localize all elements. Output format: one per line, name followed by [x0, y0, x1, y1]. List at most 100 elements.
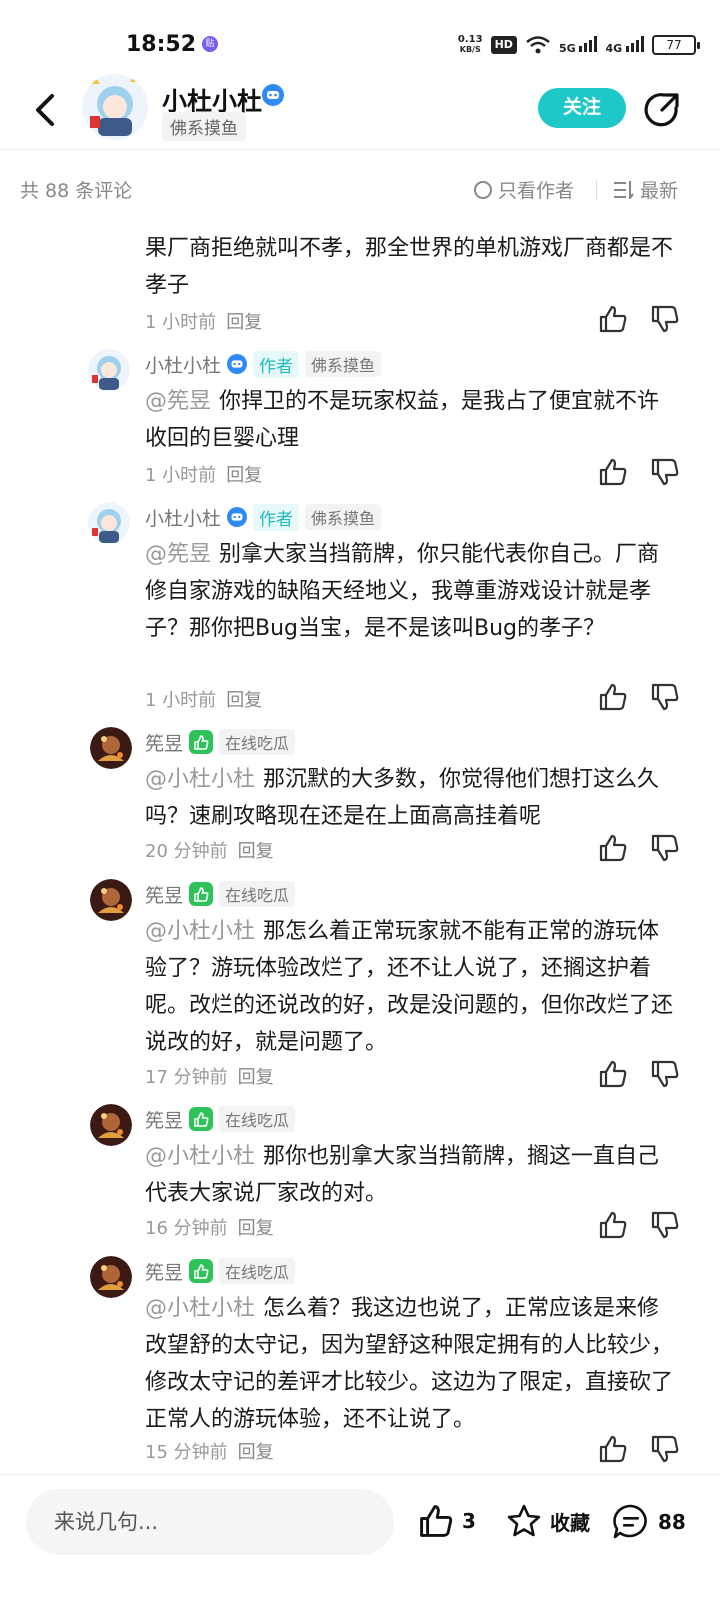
reply-button[interactable]: 回复	[226, 308, 262, 334]
comment-footer: 16 分钟前 回复	[145, 1214, 274, 1240]
vote-group	[598, 1059, 680, 1089]
like-button[interactable]: 3	[418, 1503, 476, 1539]
comment-body: @筅昱 别拿大家当挡箭牌，你只能代表你自己。厂商修自家游戏的缺陷天经地义，我尊重游…	[145, 542, 660, 641]
sort-latest-button[interactable]: 最新	[614, 176, 678, 203]
hd-icon: HD	[490, 36, 517, 54]
comment-count: 共 88 条评论	[20, 180, 133, 202]
back-arrow-icon[interactable]	[30, 90, 62, 130]
comment-body: @小杜小杜 那沉默的大多数，你觉得他们想打这么久吗？速刷攻略现在还是在上面高高挂着…	[145, 767, 660, 829]
comment-item: 筅昱 在线吃瓜 @小杜小杜 那怎么着正常玩家就不能有正常的游玩体验了？游玩体验改烂…	[0, 877, 720, 1099]
commenter-name[interactable]: 筅昱	[145, 1258, 183, 1285]
author-role-badge: 作者	[253, 503, 300, 531]
comments-button[interactable]: 88	[612, 1503, 686, 1541]
user-tag: 在线吃瓜	[219, 1106, 296, 1132]
thumbs-down-icon[interactable]	[650, 304, 680, 334]
commenter-name[interactable]: 筅昱	[145, 1106, 183, 1133]
comment-meta: 筅昱 在线吃瓜	[145, 1257, 296, 1285]
comment-item: 小杜小杜 作者 佛系摸鱼 @筅昱 别拿大家当挡箭牌，你只能代表你自己。厂商修自家游…	[0, 500, 720, 720]
post-header: 小杜小杜 佛系摸鱼 关注	[0, 70, 720, 148]
thumbs-up-icon[interactable]	[598, 833, 628, 863]
commenter-avatar[interactable]	[88, 502, 130, 544]
thumbs-up-icon[interactable]	[598, 1059, 628, 1089]
thumbs-down-icon[interactable]	[650, 1434, 680, 1464]
vote-group	[598, 833, 680, 863]
reply-button[interactable]: 回复	[238, 1214, 274, 1240]
vote-group	[598, 304, 680, 334]
author-avatar[interactable]	[82, 74, 148, 140]
follow-button[interactable]: 关注	[538, 88, 626, 128]
user-tag: 在线吃瓜	[219, 729, 296, 755]
comment-count-bar: 共 88 条评论 只看作者 最新	[0, 150, 720, 228]
mention[interactable]: @小杜小杜	[145, 919, 255, 944]
commenter-avatar[interactable]	[90, 727, 132, 769]
comment-meta: 小杜小杜 作者 佛系摸鱼	[145, 350, 382, 378]
like-count: 3	[462, 1509, 476, 1533]
user-tag: 佛系摸鱼	[305, 351, 382, 377]
wifi-icon	[526, 36, 550, 54]
sort-latest-label: 最新	[640, 180, 679, 202]
author-role-badge: 作者	[253, 350, 300, 378]
comment-time: 17 分钟前	[145, 1067, 228, 1088]
only-author-toggle[interactable]: 只看作者	[474, 176, 574, 203]
comment-input[interactable]: 来说几句...	[26, 1489, 394, 1555]
vote-group	[598, 457, 680, 487]
mention[interactable]: @筅昱	[145, 389, 211, 414]
mention[interactable]: @小杜小杜	[145, 1144, 255, 1169]
comment-footer: 1 小时前 回复	[145, 461, 262, 487]
thumbs-down-icon[interactable]	[650, 1210, 680, 1240]
thumbs-up-icon[interactable]	[598, 457, 628, 487]
vote-group	[598, 1434, 680, 1464]
reply-button[interactable]: 回复	[238, 1063, 274, 1089]
mention[interactable]: @小杜小杜	[145, 767, 255, 792]
commenter-name[interactable]: 小杜小杜	[145, 504, 221, 531]
favorite-label: 收藏	[550, 1510, 590, 1535]
user-tag: 佛系摸鱼	[305, 504, 382, 530]
level-badge-icon	[189, 1259, 214, 1283]
commenter-avatar[interactable]	[88, 349, 130, 391]
commenter-name[interactable]: 小杜小杜	[145, 351, 221, 378]
comment-body: 果厂商拒绝就叫不孝，那全世界的单机游戏厂商都是不孝子	[145, 236, 674, 298]
share-icon[interactable]	[642, 90, 682, 130]
app-notification-icon: 贴	[202, 36, 218, 52]
commenter-avatar[interactable]	[90, 879, 132, 921]
reply-button[interactable]: 回复	[238, 1438, 274, 1464]
comment-time: 16 分钟前	[145, 1218, 228, 1239]
mention[interactable]: @小杜小杜	[145, 1296, 255, 1321]
thumbs-up-icon[interactable]	[598, 1210, 628, 1240]
comment-time: 1 小时前	[145, 690, 217, 711]
user-tag: 在线吃瓜	[219, 1258, 296, 1284]
radio-circle-icon	[474, 180, 492, 199]
comment-item: 筅昱 在线吃瓜 @小杜小杜 怎么着？我这边也说了，正常应该是来修改望舒的太守记，因…	[0, 1254, 720, 1474]
thumbs-down-icon[interactable]	[650, 833, 680, 863]
comment-count-total: 88	[658, 1510, 686, 1534]
commenter-name[interactable]: 筅昱	[145, 881, 183, 908]
comment-time: 20 分钟前	[145, 841, 228, 862]
favorite-button[interactable]: 收藏	[506, 1503, 590, 1539]
mention[interactable]: @筅昱	[145, 542, 211, 567]
thumbs-up-icon[interactable]	[598, 1434, 628, 1464]
reply-button[interactable]: 回复	[226, 461, 262, 487]
comment-item: 小杜小杜 作者 佛系摸鱼 @筅昱 你捍卫的不是玩家权益，是我占了便宜就不许收回的巨…	[0, 347, 720, 497]
commenter-name[interactable]: 筅昱	[145, 729, 183, 756]
comment-body: @筅昱 你捍卫的不是玩家权益，是我占了便宜就不许收回的巨婴心理	[145, 389, 660, 451]
commenter-avatar[interactable]	[90, 1256, 132, 1298]
thumbs-down-icon[interactable]	[650, 457, 680, 487]
verified-badge-icon	[227, 354, 248, 374]
level-badge-icon	[189, 882, 214, 906]
comment-footer: 15 分钟前 回复	[145, 1438, 274, 1464]
status-time: 18:52	[126, 32, 197, 57]
reply-button[interactable]: 回复	[238, 837, 274, 863]
thumbs-down-icon[interactable]	[650, 682, 680, 712]
thumbs-up-icon[interactable]	[598, 682, 628, 712]
thumbs-up-icon[interactable]	[598, 304, 628, 334]
thumbs-down-icon[interactable]	[650, 1059, 680, 1089]
reply-button[interactable]: 回复	[226, 686, 262, 712]
comment-meta: 小杜小杜 作者 佛系摸鱼	[145, 503, 382, 531]
verified-badge-icon	[227, 507, 248, 527]
comment-footer: 1 小时前 回复	[145, 686, 262, 712]
comment-item: 果厂商拒绝就叫不孝，那全世界的单机游戏厂商都是不孝子 1 小时前 回复	[0, 230, 720, 350]
comment-time: 1 小时前	[145, 465, 217, 486]
commenter-avatar[interactable]	[90, 1104, 132, 1146]
sort-icon	[614, 180, 634, 199]
signal-5g-icon: 5G	[559, 35, 598, 55]
